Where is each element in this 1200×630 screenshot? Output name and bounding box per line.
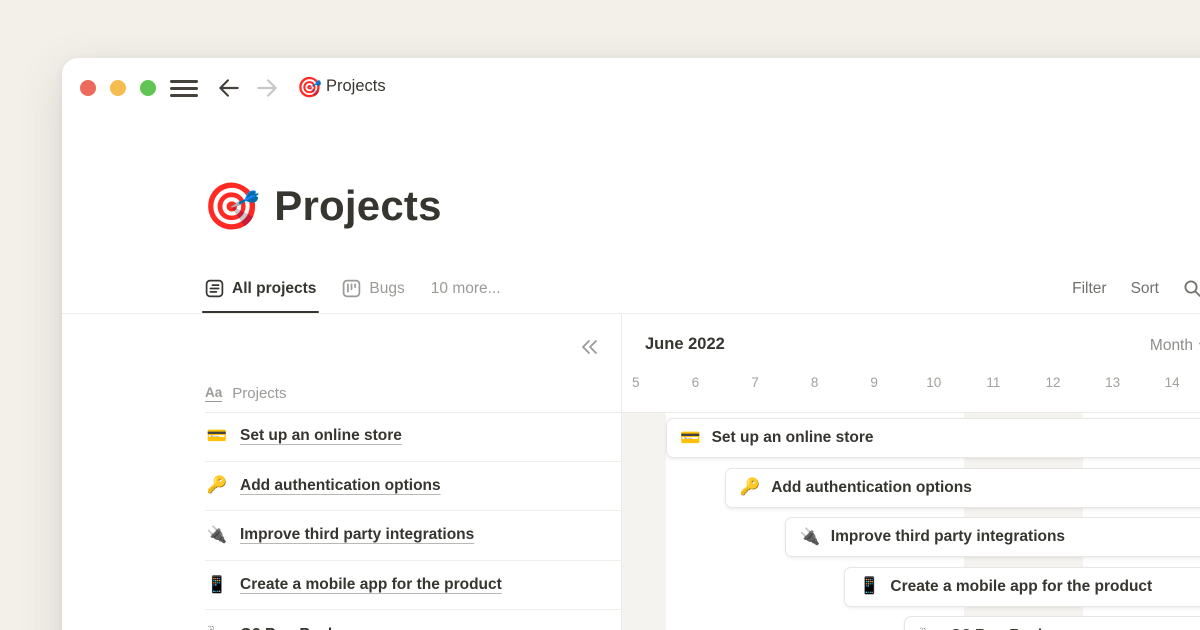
view-tabs: All projects Bugs 10 more... xyxy=(205,264,501,313)
day-tick-label: 9 xyxy=(844,375,904,390)
project-emoji-icon: 🔌 xyxy=(799,528,821,547)
tab-bugs[interactable]: Bugs xyxy=(342,264,404,313)
window-zoom-button[interactable] xyxy=(140,80,156,96)
breadcrumb-page-icon: 🎯 xyxy=(297,76,322,100)
project-emoji-icon: 📱 xyxy=(858,577,880,596)
view-toolbar: Filter Sort xyxy=(1072,264,1200,313)
column-header-label: Projects xyxy=(232,385,286,402)
day-tick-label: 6 xyxy=(666,375,726,390)
filter-button[interactable]: Filter xyxy=(1072,280,1106,298)
project-emoji-icon: 🔌 xyxy=(205,526,229,545)
screenshot-canvas: 🎯 Projects 🎯 Projects All projects Bugs 10… xyxy=(0,0,1200,630)
day-tick-label: 11 xyxy=(964,375,1024,390)
table-row[interactable]: 🔑 Add authentication options xyxy=(205,462,621,512)
timeline-bar-label: Create a mobile app for the product xyxy=(890,578,1152,596)
list-view-icon xyxy=(205,279,224,298)
column-header-projects[interactable]: Aa Projects xyxy=(205,380,286,406)
timeline-bar-label: Set up an online store xyxy=(712,429,874,447)
collapse-panel-icon[interactable] xyxy=(579,336,601,358)
timeline-month-label: June 2022 xyxy=(645,335,725,354)
sort-button[interactable]: Sort xyxy=(1131,280,1159,298)
day-tick-label: 10 xyxy=(904,375,964,390)
scale-selector-label: Month xyxy=(1150,337,1193,355)
project-emoji-icon: 💳 xyxy=(205,427,229,446)
table-row[interactable]: 🐜 Q2 Bug Bash xyxy=(205,610,621,630)
timeline-bar[interactable]: 🐜Q2 Bug Bash xyxy=(904,616,1200,630)
day-tick-label: 12 xyxy=(1023,375,1083,390)
timeline-table-panel: Aa Projects 💳 Set up an online store 🔑 Add … xyxy=(62,314,621,630)
tab-10-more[interactable]: 10 more... xyxy=(431,264,501,313)
project-emoji-icon: 📱 xyxy=(205,576,229,595)
table-row[interactable]: 🔌 Improve third party integrations xyxy=(205,511,621,561)
project-title-link[interactable]: Add authentication options xyxy=(240,477,441,495)
window-close-button[interactable] xyxy=(80,80,96,96)
timeline-bar[interactable]: 📱 Create a mobile app for the product xyxy=(844,567,1200,607)
day-tick-label: 5 xyxy=(622,375,666,390)
project-emoji-icon: 💳 xyxy=(680,429,702,448)
day-tick-label: 13 xyxy=(1083,375,1143,390)
forward-arrow-icon[interactable] xyxy=(254,75,280,101)
project-title-link[interactable]: Set up an online store xyxy=(240,427,402,445)
project-emoji-icon: 🔑 xyxy=(739,478,761,497)
timeline-bar[interactable]: 🔑 Add authentication options xyxy=(725,468,1200,508)
timeline-bar[interactable]: 💳 Set up an online store xyxy=(666,418,1200,458)
weekend-shade-column xyxy=(622,413,666,630)
table-row[interactable]: 📱 Create a mobile app for the product xyxy=(205,561,621,611)
timeline-panel: June 2022 Month 567891011121314 💳 Set up … xyxy=(622,314,1200,630)
timeline-bar[interactable]: 🔌 Improve third party integrations xyxy=(785,517,1200,557)
day-tick-label: 7 xyxy=(725,375,785,390)
tab-label: 10 more... xyxy=(431,280,501,298)
tab-label: All projects xyxy=(232,280,316,298)
project-emoji-icon: 🔑 xyxy=(205,476,229,495)
tab-label: Bugs xyxy=(369,280,404,298)
day-tick-label: 14 xyxy=(1142,375,1200,390)
text-property-icon: Aa xyxy=(205,385,222,402)
project-title-link[interactable]: Q2 Bug Bash xyxy=(240,626,337,630)
app-window: 🎯 Projects 🎯 Projects All projects Bugs 10… xyxy=(62,58,1200,630)
timeline-scale-selector[interactable]: Month xyxy=(1150,337,1200,355)
sidebar-menu-icon[interactable] xyxy=(170,80,198,97)
timeline-bar-label: Improve third party integrations xyxy=(831,528,1065,546)
search-icon[interactable] xyxy=(1183,279,1200,298)
day-tick-label: 8 xyxy=(785,375,845,390)
back-arrow-icon[interactable] xyxy=(216,75,242,101)
project-title-link[interactable]: Create a mobile app for the product xyxy=(240,576,502,594)
timeline-bar-label: Add authentication options xyxy=(771,479,972,497)
table-row[interactable]: 💳 Set up an online store xyxy=(205,412,621,462)
page-title[interactable]: Projects xyxy=(274,182,441,230)
page-icon[interactable]: 🎯 xyxy=(203,180,260,232)
board-view-icon xyxy=(342,279,361,298)
breadcrumb[interactable]: Projects xyxy=(326,77,386,96)
tab-all-projects[interactable]: All projects xyxy=(205,264,316,313)
project-emoji-icon: 🐜 xyxy=(205,625,229,630)
project-title-link[interactable]: Improve third party integrations xyxy=(240,526,474,544)
window-minimize-button[interactable] xyxy=(110,80,126,96)
